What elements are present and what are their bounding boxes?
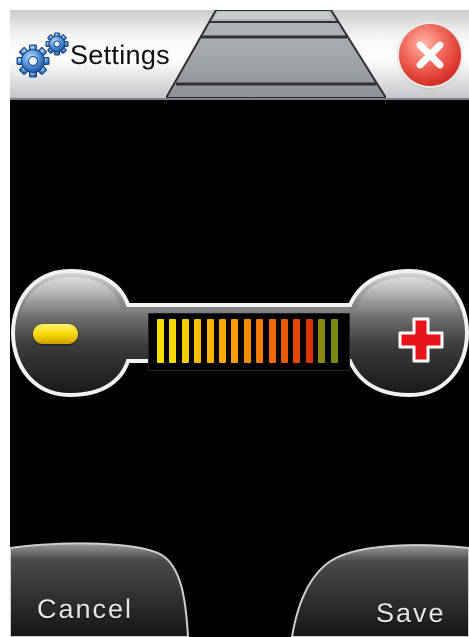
minus-icon xyxy=(33,324,78,344)
save-button[interactable]: Save xyxy=(290,542,469,637)
level-meter xyxy=(148,313,350,371)
level-bar xyxy=(157,319,164,363)
volume-control xyxy=(10,265,469,402)
close-icon xyxy=(416,41,444,69)
level-bar xyxy=(231,319,239,363)
close-button[interactable] xyxy=(399,24,461,86)
header-decoration xyxy=(166,10,386,98)
level-bar xyxy=(181,319,189,363)
level-bar xyxy=(256,319,264,363)
header-bar: Settings xyxy=(10,10,469,100)
level-bar xyxy=(318,319,326,363)
page-title: Settings xyxy=(70,40,170,70)
gear-icon xyxy=(16,32,69,78)
save-label: Save xyxy=(376,598,446,628)
settings-screen: Settings Cancel Save xyxy=(10,10,469,637)
level-bar xyxy=(293,319,301,363)
level-bar xyxy=(169,319,177,363)
level-bar xyxy=(330,319,338,363)
level-bar xyxy=(268,319,276,363)
level-bar xyxy=(194,319,202,363)
cancel-button[interactable]: Cancel xyxy=(10,542,190,637)
level-bar xyxy=(243,319,251,363)
level-bar xyxy=(206,319,214,363)
level-bar xyxy=(305,319,313,363)
plus-icon xyxy=(398,317,444,363)
level-bar xyxy=(219,319,226,363)
increase-button[interactable] xyxy=(382,295,462,375)
cancel-label: Cancel xyxy=(37,594,134,624)
level-bar xyxy=(281,319,288,363)
